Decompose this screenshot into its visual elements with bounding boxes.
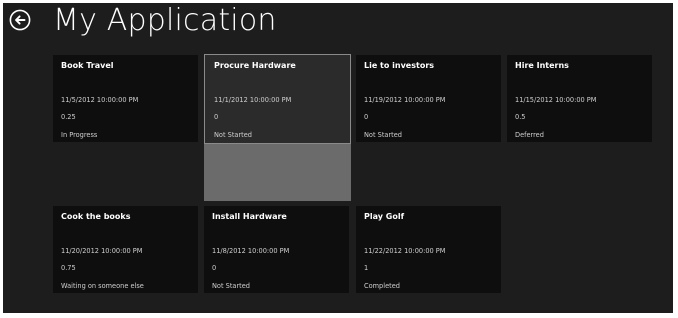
task-status: Completed [364, 282, 400, 290]
task-tile[interactable]: Book Travel 11/5/2012 10:00:00 PM 0.25 I… [53, 55, 198, 142]
task-progress: 0.75 [61, 264, 76, 272]
task-progress: 0 [214, 113, 219, 121]
task-date: 11/22/2012 10:00:00 PM [364, 247, 446, 255]
app-window: My Application Book Travel 11/5/2012 10:… [3, 3, 673, 313]
task-status: Not Started [364, 131, 402, 139]
task-date: 11/1/2012 10:00:00 PM [214, 96, 292, 104]
page-title: My Application [53, 3, 277, 38]
task-tile-selected[interactable]: Procure Hardware 11/1/2012 10:00:00 PM 0… [204, 54, 351, 144]
task-progress: 0 [364, 113, 369, 121]
task-status: Waiting on someone else [61, 282, 144, 290]
task-title: Cook the books [61, 212, 131, 221]
task-tile[interactable]: Install Hardware 11/8/2012 10:00:00 PM 0… [204, 206, 349, 293]
task-date: 11/19/2012 10:00:00 PM [364, 96, 446, 104]
back-button[interactable] [9, 9, 31, 31]
task-status: Not Started [212, 282, 250, 290]
task-date: 11/20/2012 10:00:00 PM [61, 247, 143, 255]
selected-tile-extension [204, 143, 351, 201]
task-title: Procure Hardware [214, 61, 296, 70]
task-date: 11/5/2012 10:00:00 PM [61, 96, 139, 104]
task-status: In Progress [61, 131, 98, 139]
task-progress: 0.25 [61, 113, 76, 121]
task-progress: 0 [212, 264, 217, 272]
task-progress: 0.5 [515, 113, 526, 121]
task-status: Deferred [515, 131, 544, 139]
task-title: Hire Interns [515, 61, 569, 70]
task-date: 11/15/2012 10:00:00 PM [515, 96, 597, 104]
task-title: Lie to investors [364, 61, 435, 70]
task-title: Install Hardware [212, 212, 287, 221]
task-tile[interactable]: Cook the books 11/20/2012 10:00:00 PM 0.… [53, 206, 198, 293]
task-title: Play Golf [364, 212, 405, 221]
task-tile[interactable]: Play Golf 11/22/2012 10:00:00 PM 1 Compl… [356, 206, 501, 293]
task-tile[interactable]: Lie to investors 11/19/2012 10:00:00 PM … [356, 55, 501, 142]
task-title: Book Travel [61, 61, 114, 70]
back-arrow-icon [9, 9, 31, 31]
task-progress: 1 [364, 264, 369, 272]
task-status: Not Started [214, 131, 252, 139]
task-tile[interactable]: Hire Interns 11/15/2012 10:00:00 PM 0.5 … [507, 55, 652, 142]
task-date: 11/8/2012 10:00:00 PM [212, 247, 290, 255]
